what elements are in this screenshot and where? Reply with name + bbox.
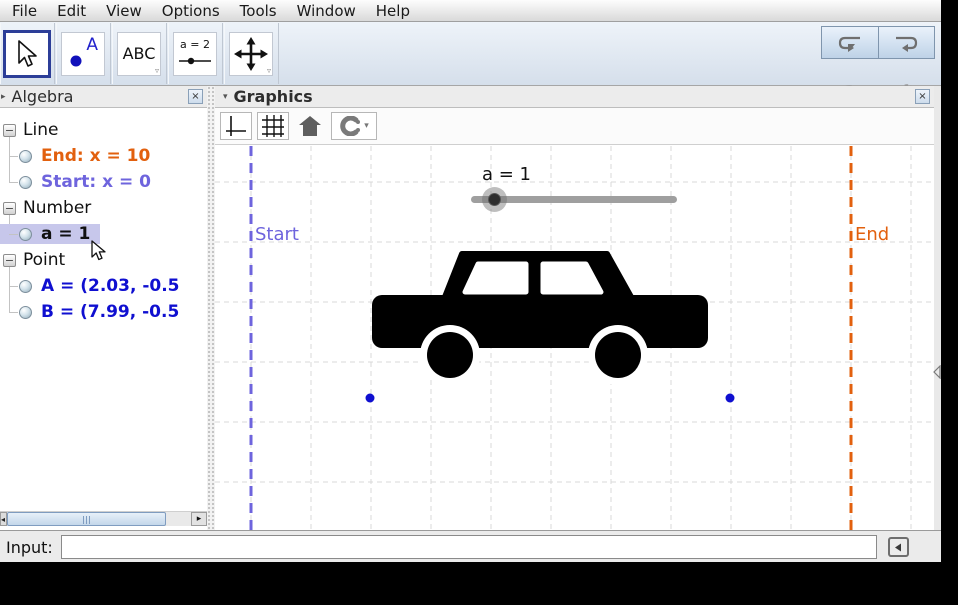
panel-arrow-icon: ▾: [223, 92, 228, 102]
selected-row-highlight: a = 1: [0, 224, 100, 244]
chevron-down-icon: ▿: [267, 67, 271, 75]
scroll-left-button[interactable]: ◂: [0, 512, 7, 526]
graphics-header[interactable]: ▾ Graphics ×: [215, 86, 934, 108]
menu-edit[interactable]: Edit: [47, 1, 96, 21]
cursor-arrow-icon: [14, 39, 40, 69]
input-field[interactable]: [61, 535, 877, 559]
undo-redo-group: [821, 26, 935, 59]
tree-group-number[interactable]: − Number: [0, 195, 207, 221]
scrollbar-track[interactable]: [166, 512, 191, 526]
graphics-style-bar: ▾: [215, 108, 934, 145]
undo-icon: [835, 33, 865, 53]
slider-tool-label: a = 2: [178, 38, 212, 51]
algebra-tree: − Line End: x = 10 Start: x = 0 −: [0, 108, 207, 511]
visibility-marble-icon[interactable]: [19, 280, 32, 293]
mouse-cursor-icon: [90, 240, 107, 263]
menu-tools[interactable]: Tools: [230, 1, 287, 21]
graphics-view: ▾ Graphics ×: [215, 86, 934, 530]
slider-tool-icon: [178, 56, 212, 66]
tree-item-end[interactable]: End: x = 10: [0, 143, 207, 169]
slider-tool-button[interactable]: a = 2: [168, 23, 223, 84]
axes-toggle-button[interactable]: [220, 112, 252, 140]
move-tool-button[interactable]: [0, 23, 55, 84]
menu-help[interactable]: Help: [366, 1, 420, 21]
grid-toggle-button[interactable]: [257, 112, 289, 140]
point-b[interactable]: [726, 394, 735, 403]
point-tool-letter: A: [86, 35, 98, 55]
panel-arrow-icon: ▸: [1, 92, 6, 102]
left-triangle-icon: [894, 543, 903, 552]
slider-value-label[interactable]: a = 1: [482, 164, 531, 185]
algebra-header[interactable]: ▸ Algebra ×: [0, 86, 207, 108]
visibility-marble-icon[interactable]: [19, 306, 32, 319]
move-graphics-tool-button[interactable]: ▿: [224, 23, 279, 84]
canvas-drawing: [215, 146, 934, 530]
panel-divider[interactable]: [207, 86, 215, 530]
tree-item-start[interactable]: Start: x = 0: [0, 169, 207, 195]
tree-group-line[interactable]: − Line: [0, 117, 207, 143]
point-capturing-button[interactable]: ▾: [331, 112, 377, 140]
text-tool-label: ABC: [123, 44, 156, 63]
point-a[interactable]: [366, 394, 375, 403]
input-bar: Input:: [0, 530, 941, 562]
graphics-close-button[interactable]: ×: [915, 89, 930, 104]
collapse-icon[interactable]: −: [3, 202, 16, 215]
menu-window[interactable]: Window: [287, 1, 366, 21]
four-arrows-icon: [234, 37, 268, 71]
menu-view[interactable]: View: [96, 1, 152, 21]
algebra-close-button[interactable]: ×: [188, 89, 203, 104]
scroll-right-button[interactable]: ▸: [191, 512, 207, 526]
grid-icon: [261, 114, 285, 138]
tool-bar: A ABC ▿ a = 2: [0, 22, 941, 86]
algebra-horizontal-scrollbar[interactable]: ◂ ▸: [0, 511, 207, 526]
tree-item-point-b[interactable]: B = (7.99, -0.5: [0, 299, 207, 325]
input-help-button[interactable]: [888, 537, 909, 557]
input-label: Input:: [6, 538, 53, 557]
graphics-canvas[interactable]: a = 1 Start End: [215, 146, 934, 530]
chevron-down-icon: ▾: [364, 121, 369, 131]
visibility-marble-icon[interactable]: [19, 150, 32, 163]
algebra-view: ▸ Algebra × − Line End: x = 10: [0, 86, 207, 530]
collapse-icon[interactable]: −: [3, 124, 16, 137]
visibility-marble-icon[interactable]: [19, 176, 32, 189]
slider-a-knob[interactable]: [482, 187, 507, 212]
end-label[interactable]: End: [855, 224, 889, 245]
home-view-button[interactable]: [294, 112, 326, 140]
tree-item-point-a[interactable]: A = (2.03, -0.5: [0, 273, 207, 299]
algebra-title: Algebra: [12, 87, 74, 106]
axes-icon: [224, 114, 248, 138]
chevron-down-icon: ▿: [155, 67, 159, 75]
collapse-panel-arrow-icon[interactable]: [933, 365, 941, 379]
main-area: ▸ Algebra × − Line End: x = 10: [0, 86, 941, 530]
home-icon: [298, 115, 322, 137]
menu-options[interactable]: Options: [152, 1, 230, 21]
redo-icon: [891, 33, 921, 53]
collapse-icon[interactable]: −: [3, 254, 16, 267]
car-image[interactable]: [372, 254, 708, 385]
start-label[interactable]: Start: [255, 224, 299, 245]
visibility-marble-icon[interactable]: [19, 228, 32, 241]
menu-bar: File Edit View Options Tools Window Help: [0, 0, 941, 22]
snap-magnet-icon: [339, 116, 361, 136]
text-tool-button[interactable]: ABC ▿: [112, 23, 167, 84]
redo-button[interactable]: [878, 27, 935, 58]
undo-button[interactable]: [822, 27, 878, 58]
menu-file[interactable]: File: [2, 1, 47, 21]
geogebra-window: File Edit View Options Tools Window Help…: [0, 0, 941, 562]
scrollbar-thumb[interactable]: [7, 512, 166, 526]
graphics-title: Graphics: [234, 87, 313, 106]
point-tool-button[interactable]: A: [56, 23, 111, 84]
